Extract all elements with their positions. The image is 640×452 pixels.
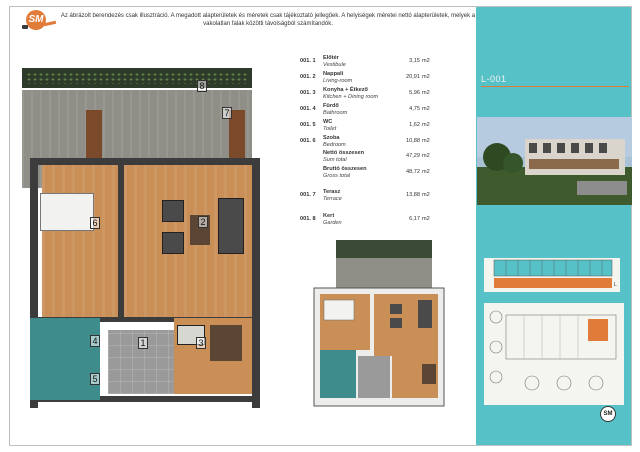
unit-code: L-001: [481, 74, 507, 84]
sofa: [218, 198, 244, 254]
bed: [323, 299, 355, 321]
site-plan: [484, 303, 624, 405]
building-minimap: L: [484, 258, 620, 292]
floor-plan-3d: [313, 240, 445, 407]
toilet: [320, 380, 356, 398]
highlighted-unit: [494, 278, 612, 288]
sofa: [418, 300, 432, 328]
room-number-label: 6: [90, 217, 100, 229]
room-number-label: 4: [90, 335, 100, 347]
armchair: [162, 232, 184, 254]
highlighted-unit: [588, 319, 608, 341]
dining-table: [422, 364, 436, 384]
footer-logo: SM: [600, 406, 616, 422]
room-number-label: 1: [138, 337, 148, 349]
dining-table: [210, 325, 242, 361]
pergola-post: [86, 110, 102, 160]
armchair: [390, 304, 402, 314]
divider: [481, 86, 629, 87]
building-photo: [477, 117, 632, 205]
terrace-area: [336, 258, 432, 290]
armchair: [390, 318, 402, 328]
armchair: [162, 200, 184, 222]
company-logo: SM: [22, 10, 58, 32]
bedroom: [42, 165, 118, 317]
bed: [40, 193, 94, 231]
room-number-label: 2: [198, 216, 208, 228]
room-number-label: 3: [196, 337, 206, 349]
bathroom: [320, 350, 356, 380]
vestibule: [358, 356, 390, 398]
room-number-label: 7: [222, 107, 232, 119]
floor-marker: L: [614, 282, 617, 288]
garden-area: [336, 240, 432, 258]
logo-mark: SM: [26, 10, 46, 30]
disclaimer-text: Az ábrázolt berendezés csak illusztráció…: [60, 13, 476, 27]
room-number-label: 5: [90, 373, 100, 385]
room-number-label: 8: [197, 80, 207, 92]
floor-plan-main: 8 7 6 2 1 3 4 5: [22, 50, 272, 408]
